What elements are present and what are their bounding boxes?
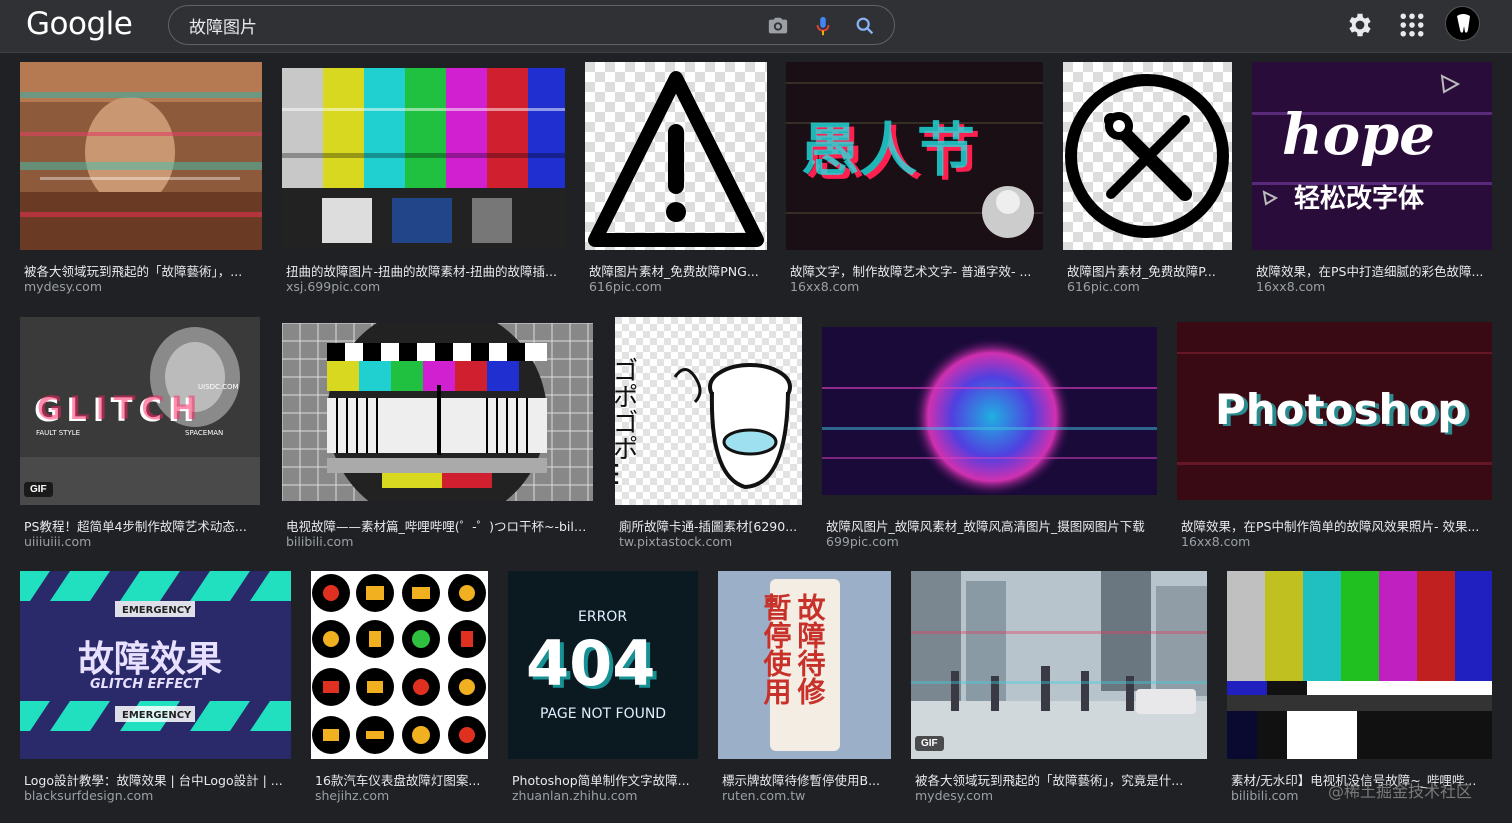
result-thumbnail[interactable] [1063,62,1232,250]
result-title[interactable]: 被各大领域玩到飛起的「故障藝術」，究竟是什... [915,770,1203,789]
result-title[interactable]: 故障文字，制作故障艺术文字- 普通字效- ... [790,261,1039,280]
result-source[interactable]: 16xx8.com [790,279,859,294]
result-tile[interactable]: 16款汽车仪表盘故障灯图案... shejihz.com [311,571,488,811]
result-thumbnail[interactable] [20,62,262,250]
result-source[interactable]: tw.pixtastock.com [619,534,732,549]
result-tile[interactable]: GLITCH GLITCH FAULT STYLE SPACEMAN UISDC… [20,317,260,557]
result-thumbnail[interactable]: EMERGENCY 故障效果 GLITCH EFFECT EMERGENCY [20,571,291,759]
result-thumbnail[interactable]: hope 轻松改字体 [1252,62,1492,250]
image-text-emergency-top: EMERGENCY [122,605,192,616]
result-thumbnail[interactable]: 愚人节 愚人节 [786,62,1043,250]
result-tile[interactable]: 故障风图片_故障风素材_故障风高清图片_摄图网图片下载 699pic.com [822,317,1157,557]
result-title[interactable]: 故障效果，在PS中制作简单的故障风效果照片- 效果... [1181,516,1488,535]
result-title[interactable]: 故障效果，在PS中打造细腻的彩色故障... [1256,261,1488,280]
result-tile[interactable]: 被各大领域玩到飛起的「故障藝術」，... mydesy.com [20,62,262,302]
gif-badge: GIF [24,482,53,497]
result-title[interactable]: 电视故障——素材篇_哔哩哔哩(゜-゜)つロ干杯~-bilibili [286,516,589,535]
image-text-aprilfools-shadow: 愚人节 [801,116,975,184]
image-text-hope-sub: 轻松改字体 [1294,183,1425,214]
result-thumbnail[interactable] [585,62,767,250]
image-text-fault-style: FAULT STYLE [36,429,80,437]
result-tile[interactable]: ERROR 404 404 PAGE NOT FOUND Photoshop简单… [508,571,698,811]
result-source[interactable]: uiiiuiii.com [24,534,91,549]
result-source[interactable]: 616pic.com [589,279,662,294]
result-title[interactable]: 被各大领域玩到飛起的「故障藝術」，... [24,261,258,280]
result-title[interactable]: 故障风图片_故障风素材_故障风高清图片_摄图网图片下载 [826,516,1153,535]
result-thumbnail[interactable] [822,327,1157,495]
result-tile[interactable]: 故障图片素材_免费故障PNG... 616pic.com [585,62,767,302]
result-source[interactable]: bilibili.com [1231,788,1298,803]
result-title[interactable]: 廁所故障卡通-插圖素材[6290... [619,516,798,535]
result-thumbnail[interactable] [1227,571,1492,759]
result-source[interactable]: zhuanlan.zhihu.com [512,788,638,803]
result-thumbnail[interactable] [911,571,1207,759]
result-tile[interactable]: 故障待修 暫停使用 標示牌故障待修暫停使用B... ruten.com.tw [718,571,891,811]
gif-badge: GIF [915,736,944,751]
result-title[interactable]: PS教程！超简单4步制作故障艺术动态... [24,516,256,535]
result-thumbnail[interactable]: GLITCH GLITCH FAULT STYLE SPACEMAN UISDC… [20,317,260,505]
result-source[interactable]: ruten.com.tw [722,788,805,803]
image-text-uisdc: UISDC.COM [198,383,239,391]
result-source[interactable]: 16xx8.com [1181,534,1250,549]
result-source[interactable]: blacksurfdesign.com [24,788,153,803]
result-tile[interactable]: 电视故障——素材篇_哔哩哔哩(゜-゜)つロ干杯~-bilibili bilibi… [282,317,593,557]
gear-icon[interactable] [1345,10,1375,40]
result-tile[interactable]: ゴポゴポ… 廁所故障卡通-插圖素材[6290... tw.pixtastock.… [615,317,802,557]
image-text-404: 404 [526,627,655,700]
result-thumbnail[interactable] [311,571,488,759]
result-source[interactable]: shejihz.com [315,788,389,803]
google-logo[interactable]: Google [26,6,133,42]
microphone-icon[interactable] [812,15,834,37]
image-text-spaceman: SPACEMAN [185,429,223,437]
image-text-emergency-bottom: EMERGENCY [122,710,192,721]
result-thumbnail[interactable] [282,323,593,501]
result-title[interactable]: 故障图片素材_免费故障P... [1067,261,1228,280]
image-text-glitch-cn: 故障效果 [78,639,222,680]
result-tile[interactable]: Photoshop Photoshop 故障效果，在PS中制作简单的故障风效果照… [1177,317,1492,557]
result-title[interactable]: 故障图片素材_免费故障PNG... [589,261,763,280]
result-thumbnail[interactable]: 故障待修 暫停使用 [718,571,891,759]
result-source[interactable]: 616pic.com [1067,279,1140,294]
result-thumbnail[interactable]: ERROR 404 404 PAGE NOT FOUND [508,571,698,759]
image-text-glitch-effect: GLITCH EFFECT [90,677,203,692]
result-title[interactable]: Photoshop简单制作文字故障... [512,770,694,789]
result-tile[interactable]: hope 轻松改字体 故障效果，在PS中打造细腻的彩色故障... 16xx8.c… [1252,62,1492,302]
search-box[interactable] [168,5,895,45]
result-thumbnail[interactable]: Photoshop Photoshop [1177,322,1492,500]
search-icon[interactable] [854,15,876,37]
result-source[interactable]: mydesy.com [915,788,993,803]
result-tile[interactable]: 愚人节 愚人节 故障文字，制作故障艺术文字- 普通字效- ... 16xx8.c… [786,62,1043,302]
image-text-hope: hope [1282,102,1435,168]
result-source[interactable]: 16xx8.com [1256,279,1325,294]
image-text-sign-col1: 故障待修 [794,593,827,705]
image-text-photoshop: Photoshop [1215,385,1467,434]
account-avatar[interactable] [1445,6,1480,41]
camera-icon[interactable] [767,15,789,37]
result-title[interactable]: 扭曲的故障图片-扭曲的故障素材-扭曲的故障插... [286,261,561,280]
result-tile[interactable]: GIF 被各大领域玩到飛起的「故障藝術」，究竟是什... mydesy.com [911,571,1207,811]
image-text-sign-col2: 暫停使用 [760,593,793,706]
image-text-gogo: ゴポゴポ… [615,357,638,487]
image-text-page-not-found: PAGE NOT FOUND [540,706,666,722]
result-thumbnail[interactable] [282,68,565,248]
image-text-glitch-shadow: GLITCH [37,389,204,427]
result-title[interactable]: 16款汽车仪表盘故障灯图案... [315,770,484,789]
result-source[interactable]: 699pic.com [826,534,899,549]
watermark: @稀土掘金技术社区 [1328,782,1473,801]
top-bar: Google [0,0,1512,53]
result-title[interactable]: Logo設計教學：故障效果 | 台中Logo設計 | ... [24,770,287,789]
result-tile[interactable]: 素材/无水印】电视机没信号故障~_哔哩哔... bilibili.com [1227,571,1492,811]
result-thumbnail[interactable]: ゴポゴポ… [615,317,802,505]
image-text-error: ERROR [578,609,627,625]
result-tile[interactable]: 故障图片素材_免费故障P... 616pic.com [1063,62,1232,302]
result-title[interactable]: 標示牌故障待修暫停使用B... [722,770,887,789]
result-source[interactable]: xsj.699pic.com [286,279,380,294]
result-source[interactable]: mydesy.com [24,279,102,294]
apps-grid-icon[interactable] [1397,10,1427,40]
result-source[interactable]: bilibili.com [286,534,353,549]
result-tile[interactable]: EMERGENCY 故障效果 GLITCH EFFECT EMERGENCY L… [20,571,291,811]
result-tile[interactable]: 扭曲的故障图片-扭曲的故障素材-扭曲的故障插... xsj.699pic.com [282,62,565,302]
search-input[interactable] [189,14,749,36]
